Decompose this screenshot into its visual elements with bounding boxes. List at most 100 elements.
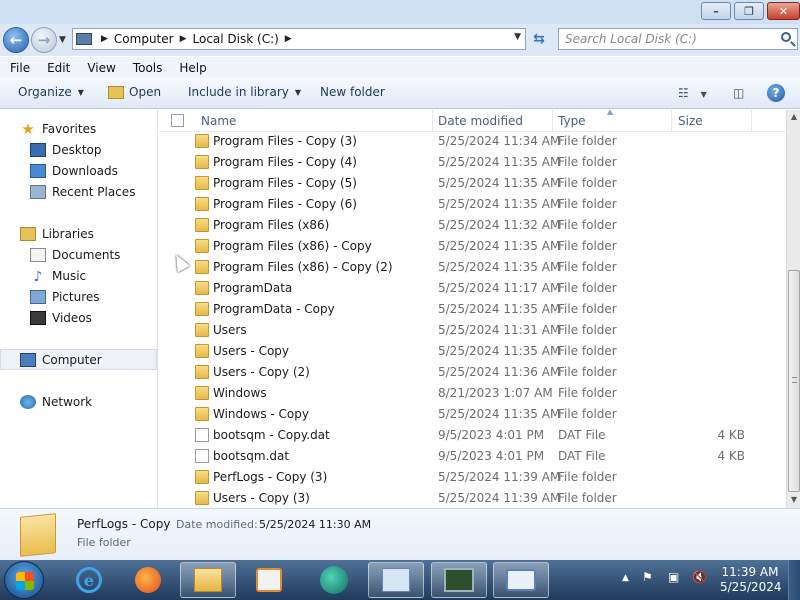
nav-documents[interactable]: Documents [0,244,158,265]
file-icon [195,449,209,463]
file-date-modified: 5/25/2024 11:35 AM [438,176,561,190]
organize-button[interactable]: Organize ▼ [18,85,84,99]
vertical-scrollbar[interactable]: ▲ ▼ [786,110,800,508]
action-center-flag-icon[interactable]: ⚑ [642,570,653,584]
chevron-right-icon[interactable]: ▶ [285,34,292,44]
include-in-library-button[interactable]: Include in library ▼ [188,85,301,99]
file-row[interactable]: PerfLogs - Copy (3) 5/25/2024 11:39 AM Fil… [159,467,759,488]
internet-explorer-icon: e [76,567,102,593]
start-button[interactable] [4,561,44,599]
folder-icon [195,218,209,232]
file-row[interactable]: Program Files - Copy (4) 5/25/2024 11:35 … [159,152,759,173]
column-divider[interactable] [671,110,672,132]
file-row[interactable]: ProgramData 5/25/2024 11:17 AM File folder [159,278,759,299]
taskbar-media-player[interactable] [241,562,297,598]
file-row[interactable]: Program Files - Copy (5) 5/25/2024 11:35 … [159,173,759,194]
scroll-down-arrow-icon[interactable]: ▼ [787,493,800,507]
folder-thumbnail-icon [20,513,56,557]
taskbar-windows-explorer[interactable] [180,562,236,598]
nav-favorites[interactable]: ★ Favorites [0,118,158,139]
file-row[interactable]: bootsqm.dat 9/5/2023 4:01 PM DAT File 4 KB [159,446,759,467]
chevron-right-icon[interactable]: ▶ [180,34,187,44]
recent-places-icon [30,184,46,199]
file-row[interactable]: Users - Copy (2) 5/25/2024 11:36 AM File f… [159,362,759,383]
nav-desktop[interactable]: Desktop [0,139,158,160]
clock[interactable]: 11:39 AM 5/25/2024 [720,565,782,595]
select-all-checkbox[interactable] [171,114,184,127]
file-type: File folder [558,197,617,211]
navigation-pane: ★ Favorites Desktop Downloads Recent Pla… [0,110,158,508]
column-header-row: Name Date modified Type ▲ Size [159,110,786,132]
nav-recent-places[interactable]: Recent Places [0,181,158,202]
minimize-button[interactable]: – [701,2,731,20]
preview-pane-button[interactable]: ◫ [733,86,744,100]
taskbar-firefox[interactable] [120,562,176,598]
refresh-button[interactable]: ⇆ [527,28,551,50]
column-size[interactable]: Size [678,114,703,128]
recent-pages-dropdown[interactable]: ▼ [59,35,66,45]
address-dropdown-icon[interactable]: ▼ [514,32,521,42]
close-button[interactable]: ✕ [767,2,800,20]
column-date-modified[interactable]: Date modified [438,114,523,128]
volume-muted-icon[interactable]: 🔇 [692,570,707,584]
chevron-right-icon[interactable]: ▶ [101,34,108,44]
breadcrumb-computer[interactable]: Computer [114,32,174,46]
column-type[interactable]: Type [558,114,586,128]
column-divider[interactable] [432,110,433,132]
nav-videos[interactable]: Videos [0,307,158,328]
nav-music[interactable]: ♪ Music [0,265,158,286]
file-date-modified: 5/25/2024 11:35 AM [438,260,561,274]
taskbar-internet-explorer[interactable]: e [61,562,117,598]
file-row[interactable]: Program Files - Copy (3) 5/25/2024 11:34 … [159,131,759,152]
nav-computer[interactable]: Computer [0,349,157,370]
file-row[interactable]: Program Files - Copy (6) 5/25/2024 11:35 … [159,194,759,215]
nav-pictures[interactable]: Pictures [0,286,158,307]
menu-tools[interactable]: Tools [123,61,170,75]
new-folder-button[interactable]: New folder [320,85,385,99]
maximize-button[interactable]: ❐ [734,2,764,20]
scroll-up-arrow-icon[interactable]: ▲ [787,110,800,124]
file-row[interactable]: Users - Copy (3) 5/25/2024 11:39 AM File f… [159,488,759,508]
file-row[interactable]: Users 5/25/2024 11:31 AM File folder [159,320,759,341]
folder-icon [195,344,209,358]
menu-file[interactable]: File [0,61,37,75]
help-button[interactable]: ? [767,84,785,102]
column-name[interactable]: Name [201,114,236,128]
scrollbar-thumb[interactable] [788,270,800,492]
menu-help[interactable]: Help [169,61,213,75]
file-row[interactable]: Program Files (x86) 5/25/2024 11:32 AM Fil… [159,215,759,236]
menu-view[interactable]: View [77,61,122,75]
breadcrumb-local-disk[interactable]: Local Disk (C:) [193,32,279,46]
nav-downloads[interactable]: Downloads [0,160,158,181]
nav-libraries[interactable]: Libraries [0,223,158,244]
nav-network[interactable]: Network [0,391,158,412]
column-divider[interactable] [751,110,752,132]
file-row[interactable]: Users - Copy 5/25/2024 11:35 AM File folde… [159,341,759,362]
back-button[interactable]: ← [3,27,29,53]
show-desktop-button[interactable] [788,560,800,600]
taskbar-monitor-app[interactable] [431,562,487,598]
open-button[interactable]: Open [108,85,161,99]
taskbar-remote-desktop[interactable] [493,562,549,598]
change-view-button[interactable]: ☷ ▼ [678,86,707,100]
file-row[interactable]: Windows - Copy 5/25/2024 11:35 AM File fol… [159,404,759,425]
file-row[interactable]: Windows 8/21/2023 1:07 AM File folder [159,383,759,404]
menu-edit[interactable]: Edit [37,61,77,75]
file-row[interactable]: Program Files (x86) - Copy (2) 5/25/2024 … [159,257,759,278]
column-divider[interactable] [552,110,553,132]
search-box[interactable] [558,28,798,50]
file-row[interactable]: bootsqm - Copy.dat 9/5/2023 4:01 PM DAT Fi… [159,425,759,446]
file-row[interactable]: Program Files (x86) - Copy 5/25/2024 11:3… [159,236,759,257]
taskbar-control-panel[interactable] [368,562,424,598]
forward-button[interactable]: → [31,27,57,53]
show-hidden-icons-icon[interactable]: ▲ [622,573,629,583]
search-icon[interactable] [781,32,791,42]
file-row[interactable]: ProgramData - Copy 5/25/2024 11:35 AM File… [159,299,759,320]
open-label: Open [129,85,162,99]
network-tray-icon[interactable]: ▣ [668,570,679,584]
search-input[interactable] [559,29,769,49]
file-name: bootsqm.dat [213,449,290,463]
file-date-modified: 5/25/2024 11:39 AM [438,470,561,484]
address-bar[interactable]: ▶ Computer ▶ Local Disk (C:) ▶ ▼ [72,28,526,50]
taskbar-globe-app[interactable] [306,562,362,598]
